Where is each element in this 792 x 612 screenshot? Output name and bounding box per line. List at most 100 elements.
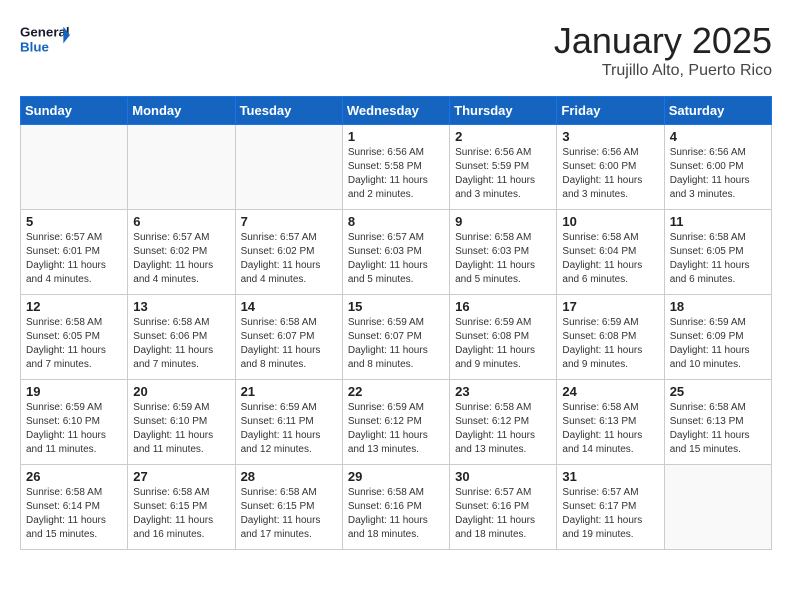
calendar-cell: 12 Sunrise: 6:58 AM Sunset: 6:05 PM Dayli… [21, 295, 128, 380]
day-info: Sunrise: 6:59 AM Sunset: 6:10 PM Dayligh… [26, 401, 122, 457]
calendar-cell: 25 Sunrise: 6:58 AM Sunset: 6:13 PM Dayli… [664, 380, 771, 465]
day-number: 23 [455, 384, 551, 399]
calendar-cell: 11 Sunrise: 6:58 AM Sunset: 6:05 PM Dayli… [664, 210, 771, 295]
week-row-4: 19 Sunrise: 6:59 AM Sunset: 6:10 PM Dayli… [21, 380, 772, 465]
day-number: 8 [348, 214, 444, 229]
calendar-cell: 18 Sunrise: 6:59 AM Sunset: 6:09 PM Dayli… [664, 295, 771, 380]
day-number: 4 [670, 129, 766, 144]
day-number: 19 [26, 384, 122, 399]
day-number: 31 [562, 469, 658, 484]
day-info: Sunrise: 6:58 AM Sunset: 6:07 PM Dayligh… [241, 316, 337, 372]
calendar-cell: 20 Sunrise: 6:59 AM Sunset: 6:10 PM Dayli… [128, 380, 235, 465]
calendar-cell: 4 Sunrise: 6:56 AM Sunset: 6:00 PM Daylig… [664, 125, 771, 210]
calendar-cell [664, 465, 771, 550]
day-number: 29 [348, 469, 444, 484]
calendar-cell: 29 Sunrise: 6:58 AM Sunset: 6:16 PM Dayli… [342, 465, 449, 550]
day-info: Sunrise: 6:58 AM Sunset: 6:05 PM Dayligh… [670, 231, 766, 287]
day-number: 15 [348, 299, 444, 314]
calendar-cell: 26Sunrise: 6:58 AM Sunset: 6:14 PM Dayli… [21, 465, 128, 550]
day-info: Sunrise: 6:56 AM Sunset: 6:00 PM Dayligh… [562, 146, 658, 202]
calendar-cell: 22Sunrise: 6:59 AM Sunset: 6:12 PM Dayli… [342, 380, 449, 465]
calendar-cell: 3Sunrise: 6:56 AM Sunset: 6:00 PM Daylig… [557, 125, 664, 210]
day-number: 1 [348, 129, 444, 144]
day-number: 16 [455, 299, 551, 314]
page-header: General Blue January 2025 Trujillo Alto,… [20, 20, 772, 80]
day-number: 14 [241, 299, 337, 314]
day-info: Sunrise: 6:58 AM Sunset: 6:12 PM Dayligh… [455, 401, 551, 457]
day-info: Sunrise: 6:58 AM Sunset: 6:15 PM Dayligh… [241, 486, 337, 542]
week-row-1: 1 Sunrise: 6:56 AM Sunset: 5:58 PM Daylig… [21, 125, 772, 210]
calendar-cell: 9Sunrise: 6:58 AM Sunset: 6:03 PM Daylig… [450, 210, 557, 295]
day-info: Sunrise: 6:57 AM Sunset: 6:03 PM Dayligh… [348, 231, 444, 287]
day-info: Sunrise: 6:56 AM Sunset: 6:00 PM Dayligh… [670, 146, 766, 202]
calendar-table: SundayMondayTuesdayWednesdayThursdayFrid… [20, 96, 772, 550]
day-header-thursday: Thursday [450, 97, 557, 125]
day-info: Sunrise: 6:57 AM Sunset: 6:02 PM Dayligh… [241, 231, 337, 287]
day-info: Sunrise: 6:57 AM Sunset: 6:16 PM Dayligh… [455, 486, 551, 542]
day-header-sunday: Sunday [21, 97, 128, 125]
day-number: 13 [133, 299, 229, 314]
day-header-tuesday: Tuesday [235, 97, 342, 125]
day-number: 10 [562, 214, 658, 229]
day-number: 7 [241, 214, 337, 229]
day-number: 17 [562, 299, 658, 314]
day-number: 21 [241, 384, 337, 399]
day-number: 9 [455, 214, 551, 229]
calendar-cell: 30 Sunrise: 6:57 AM Sunset: 6:16 PM Dayli… [450, 465, 557, 550]
calendar-cell: 10 Sunrise: 6:58 AM Sunset: 6:04 PM Dayli… [557, 210, 664, 295]
calendar-cell: 28 Sunrise: 6:58 AM Sunset: 6:15 PM Dayli… [235, 465, 342, 550]
day-info: Sunrise: 6:57 AM Sunset: 6:02 PM Dayligh… [133, 231, 229, 287]
title-block: January 2025 Trujillo Alto, Puerto Rico [554, 20, 772, 80]
day-number: 6 [133, 214, 229, 229]
svg-text:General: General [20, 25, 70, 40]
day-number: 20 [133, 384, 229, 399]
day-number: 22 [348, 384, 444, 399]
calendar-cell: 1 Sunrise: 6:56 AM Sunset: 5:58 PM Daylig… [342, 125, 449, 210]
calendar-cell [128, 125, 235, 210]
day-number: 12 [26, 299, 122, 314]
calendar-cell: 14 Sunrise: 6:58 AM Sunset: 6:07 PM Dayli… [235, 295, 342, 380]
day-number: 30 [455, 469, 551, 484]
day-info: Sunrise: 6:59 AM Sunset: 6:07 PM Dayligh… [348, 316, 444, 372]
week-row-2: 5Sunrise: 6:57 AM Sunset: 6:01 PM Daylig… [21, 210, 772, 295]
logo: General Blue [20, 20, 70, 60]
day-number: 5 [26, 214, 122, 229]
day-info: Sunrise: 6:59 AM Sunset: 6:08 PM Dayligh… [455, 316, 551, 372]
calendar-header-row: SundayMondayTuesdayWednesdayThursdayFrid… [21, 97, 772, 125]
day-info: Sunrise: 6:58 AM Sunset: 6:16 PM Dayligh… [348, 486, 444, 542]
calendar-cell [21, 125, 128, 210]
day-header-wednesday: Wednesday [342, 97, 449, 125]
calendar-cell: 5Sunrise: 6:57 AM Sunset: 6:01 PM Daylig… [21, 210, 128, 295]
day-number: 18 [670, 299, 766, 314]
day-header-saturday: Saturday [664, 97, 771, 125]
day-info: Sunrise: 6:58 AM Sunset: 6:05 PM Dayligh… [26, 316, 122, 372]
calendar-cell: 6 Sunrise: 6:57 AM Sunset: 6:02 PM Daylig… [128, 210, 235, 295]
day-number: 28 [241, 469, 337, 484]
day-header-friday: Friday [557, 97, 664, 125]
day-info: Sunrise: 6:56 AM Sunset: 5:58 PM Dayligh… [348, 146, 444, 202]
day-info: Sunrise: 6:56 AM Sunset: 5:59 PM Dayligh… [455, 146, 551, 202]
month-title: January 2025 [554, 20, 772, 62]
day-number: 11 [670, 214, 766, 229]
day-info: Sunrise: 6:58 AM Sunset: 6:13 PM Dayligh… [670, 401, 766, 457]
svg-text:Blue: Blue [20, 40, 49, 55]
day-info: Sunrise: 6:59 AM Sunset: 6:09 PM Dayligh… [670, 316, 766, 372]
location-subtitle: Trujillo Alto, Puerto Rico [554, 62, 772, 80]
calendar-cell: 17 Sunrise: 6:59 AM Sunset: 6:08 PM Dayli… [557, 295, 664, 380]
day-info: Sunrise: 6:59 AM Sunset: 6:10 PM Dayligh… [133, 401, 229, 457]
day-number: 2 [455, 129, 551, 144]
calendar-cell: 19 Sunrise: 6:59 AM Sunset: 6:10 PM Dayli… [21, 380, 128, 465]
day-info: Sunrise: 6:58 AM Sunset: 6:04 PM Dayligh… [562, 231, 658, 287]
calendar-cell: 7 Sunrise: 6:57 AM Sunset: 6:02 PM Daylig… [235, 210, 342, 295]
day-number: 25 [670, 384, 766, 399]
day-info: Sunrise: 6:59 AM Sunset: 6:08 PM Dayligh… [562, 316, 658, 372]
calendar-cell: 21 Sunrise: 6:59 AM Sunset: 6:11 PM Dayli… [235, 380, 342, 465]
calendar-cell: 2 Sunrise: 6:56 AM Sunset: 5:59 PM Daylig… [450, 125, 557, 210]
day-number: 24 [562, 384, 658, 399]
day-info: Sunrise: 6:58 AM Sunset: 6:15 PM Dayligh… [133, 486, 229, 542]
day-info: Sunrise: 6:59 AM Sunset: 6:11 PM Dayligh… [241, 401, 337, 457]
logo-icon: General Blue [20, 20, 70, 60]
week-row-5: 26Sunrise: 6:58 AM Sunset: 6:14 PM Dayli… [21, 465, 772, 550]
calendar-cell: 24Sunrise: 6:58 AM Sunset: 6:13 PM Dayli… [557, 380, 664, 465]
calendar-cell: 15 Sunrise: 6:59 AM Sunset: 6:07 PM Dayli… [342, 295, 449, 380]
